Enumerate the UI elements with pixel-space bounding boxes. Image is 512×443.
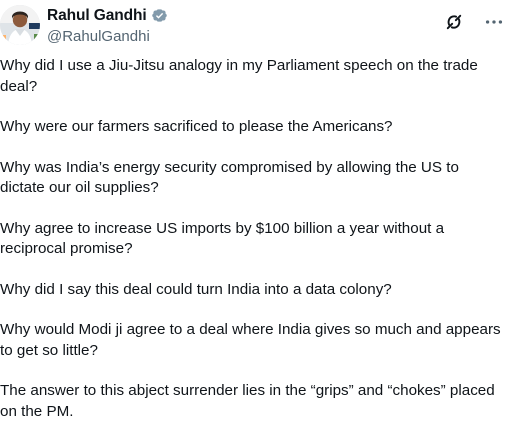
tweet-text: Why did I use a Jiu-Jitsu analogy in my … [0, 56, 506, 422]
author-info: Rahul Gandhi @RahulGandhi [47, 7, 168, 45]
tweet-paragraph-2: Why were our farmers sacrificed to pleas… [0, 118, 393, 135]
author-avatar[interactable] [0, 5, 40, 45]
verified-badge-icon[interactable] [151, 7, 168, 24]
tweet-paragraph-3: Why was India’s energy security compromi… [0, 158, 459, 197]
tweet-paragraph-6: Why would Modi ji agree to a deal where … [0, 321, 501, 359]
tweet-header: Rahul Gandhi @RahulGandhi [0, 0, 512, 52]
tweet-paragraph-4: Why agree to increase US imports by $100… [0, 219, 445, 258]
tweet-paragraph-7: The answer to this abject surrender lies… [0, 382, 495, 420]
profile-photo-icon [0, 5, 40, 45]
tweet-card: Rahul Gandhi @RahulGandhi Why did I use … [0, 0, 512, 443]
author-display-name[interactable]: Rahul Gandhi [47, 7, 147, 25]
tweet-paragraph-5: Why did I say this deal could turn India… [0, 280, 392, 298]
author-handle[interactable]: @RahulGandhi [47, 28, 168, 45]
more-options-icon[interactable] [482, 10, 506, 34]
tweet-paragraph-1: Why did I use a Jiu-Jitsu analogy in my … [0, 57, 478, 95]
grok-icon[interactable] [442, 10, 466, 34]
author-name-row: Rahul Gandhi [47, 7, 168, 25]
tweet-header-actions [442, 10, 506, 34]
